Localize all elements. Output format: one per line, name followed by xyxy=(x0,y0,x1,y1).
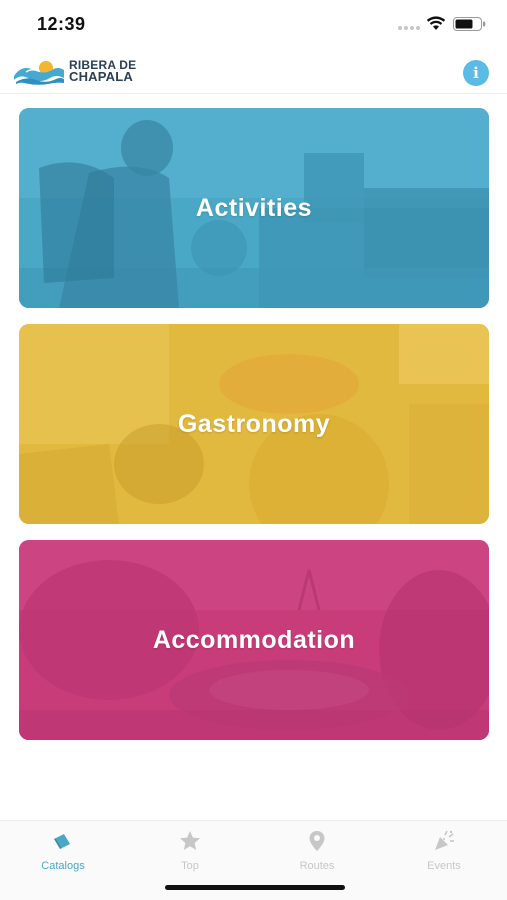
card-label: Accommodation xyxy=(152,625,356,654)
status-bar: 12:39 xyxy=(0,0,507,50)
card-label: Gastronomy xyxy=(177,409,331,438)
party-popper-icon xyxy=(435,830,454,850)
battery-icon xyxy=(453,17,486,31)
cellular-signal-icon xyxy=(398,26,422,32)
tab-label: Catalogs xyxy=(41,860,85,872)
home-indicator[interactable] xyxy=(165,885,345,890)
map-pin-icon xyxy=(309,831,325,851)
tab-label: Routes xyxy=(299,860,335,872)
app-header: RIBERA DE CHAPALA i xyxy=(0,50,507,94)
status-time: 12:39 xyxy=(37,14,86,34)
app-screen: 12:39 RIBERA DE CHAPALA i Activities Gas… xyxy=(0,0,507,900)
tab-events[interactable]: Events xyxy=(381,829,507,877)
logo-wave-icon xyxy=(14,61,64,85)
card-label: Activities xyxy=(195,193,313,222)
logo-line-2: CHAPALA xyxy=(69,69,133,84)
tab-top[interactable]: Top xyxy=(127,829,253,877)
category-card-activities[interactable]: Activities xyxy=(19,108,489,308)
info-icon: i xyxy=(473,64,479,82)
logo-text: RIBERA DE CHAPALA xyxy=(69,59,136,83)
ribera-de-chapala-logo[interactable]: RIBERA DE CHAPALA xyxy=(12,56,172,88)
tab-catalogs[interactable]: Catalogs xyxy=(0,829,126,877)
info-button[interactable]: i xyxy=(463,60,489,86)
star-icon xyxy=(180,831,200,850)
tab-routes[interactable]: Routes xyxy=(254,829,380,877)
tab-label: Events xyxy=(427,860,461,872)
wifi-icon xyxy=(426,16,446,30)
category-card-accommodation[interactable]: Accommodation xyxy=(19,540,489,740)
tab-label: Top xyxy=(181,860,199,872)
category-card-gastronomy[interactable]: Gastronomy xyxy=(19,324,489,524)
catalog-icon xyxy=(54,834,70,849)
